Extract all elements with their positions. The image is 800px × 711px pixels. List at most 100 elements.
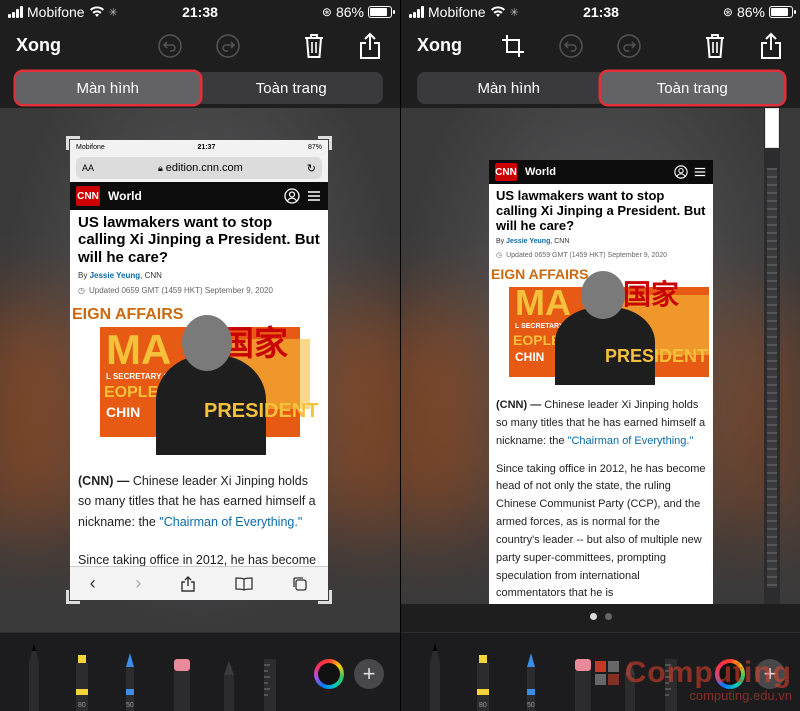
lead-paragraph: (CNN) — Chinese leader Xi Jinping holds …	[496, 397, 706, 450]
share-icon[interactable]	[354, 30, 386, 62]
trash-icon[interactable]	[699, 30, 731, 62]
pen-icon[interactable]	[24, 641, 44, 711]
address-bar: AA 🔒︎ edition.cnn.com ↻	[70, 154, 328, 182]
crop-handle-bottom-left[interactable]	[66, 590, 80, 604]
hero-text-top: EIGN AFFAIRS	[491, 266, 589, 283]
tab-full-page[interactable]: Toàn trang	[200, 72, 384, 104]
page-indicator	[401, 613, 800, 620]
crop-handle-top-right[interactable]	[318, 136, 332, 150]
undo-icon[interactable]	[154, 30, 186, 62]
cnn-logo[interactable]: CNN	[76, 186, 100, 206]
eraser-icon[interactable]	[170, 641, 194, 711]
byline-prefix: By	[78, 271, 88, 281]
crop-handle-bottom-right[interactable]	[318, 590, 332, 604]
screenshot-thumbnail[interactable]: Mobifone 21:37 87% AA 🔒︎ edition.cnn.com…	[70, 140, 328, 600]
author-link[interactable]: Jessie Yeung	[90, 271, 141, 280]
pen-icon[interactable]	[425, 641, 445, 711]
crop-icon[interactable]	[497, 30, 529, 62]
page-dot-active[interactable]	[590, 613, 597, 620]
pen-width-label: 50	[126, 702, 134, 709]
cnn-logo[interactable]: CNN	[495, 163, 517, 181]
hero-image: EIGN AFFAIRS MA 国家 L SECRETARY OF COMMUN…	[489, 265, 713, 386]
color-wheel-icon[interactable]	[314, 659, 344, 689]
reload-icon[interactable]: ↻	[307, 162, 316, 175]
byline-source: , CNN	[550, 238, 570, 246]
crop-handle-top-left[interactable]	[66, 136, 80, 150]
account-icon[interactable]	[674, 165, 688, 179]
pencil-icon[interactable]	[120, 641, 140, 711]
hero-text-top: EIGN AFFAIRS	[72, 306, 184, 324]
watermark-brand: Computing	[624, 656, 792, 689]
menu-icon[interactable]	[693, 165, 707, 179]
full-page-preview[interactable]: CNN World US lawmakers want to stop call…	[489, 160, 713, 604]
share-icon[interactable]	[181, 575, 195, 592]
battery-percent: 86%	[736, 4, 765, 20]
chairman-link[interactable]: "Chairman of Everything."	[568, 435, 694, 447]
lasso-icon[interactable]	[218, 641, 240, 711]
marker-width-label: 80	[78, 702, 86, 709]
paragraph-2: Since taking office in 2012, he has beco…	[496, 462, 706, 600]
tab-full-page[interactable]: Toàn trang	[600, 72, 784, 104]
updated-text: Updated 0659 GMT (1459 HKT) September 9,…	[506, 251, 668, 259]
editor-toolbar: Xong	[0, 26, 400, 66]
lock-icon: 🔒︎	[157, 163, 163, 173]
scrubber-viewport[interactable]	[765, 108, 779, 148]
byline: By Jessie Yeung, CNN	[496, 238, 706, 245]
phone-carrier: Mobifone	[76, 143, 105, 151]
safari-toolbar: ‹ ›	[70, 566, 328, 600]
done-button[interactable]: Xong	[417, 35, 462, 56]
url-field[interactable]: edition.cnn.com	[166, 162, 243, 174]
account-icon[interactable]	[284, 188, 300, 204]
plus-icon[interactable]: +	[354, 659, 384, 689]
markup-tools: 80 50 +	[0, 632, 400, 711]
redo-icon[interactable]	[212, 30, 244, 62]
share-icon[interactable]	[755, 30, 787, 62]
cnn-header: CNN World	[489, 160, 713, 184]
phone-clock: 21:37	[197, 143, 216, 151]
cnn-header: CNN World	[70, 182, 328, 210]
battery-icon	[769, 6, 796, 18]
forward-icon[interactable]: ›	[135, 573, 141, 594]
hero-text-big: MA	[515, 282, 571, 324]
pen-width-label: 50	[527, 702, 535, 709]
eraser-icon[interactable]	[571, 641, 595, 711]
redo-icon[interactable]	[613, 30, 645, 62]
lead-tag: (CNN) —	[78, 474, 130, 489]
battery-percent: 86%	[335, 4, 364, 20]
battery-icon	[368, 6, 395, 18]
highlighter-icon[interactable]	[473, 641, 493, 711]
byline: By Jessie Yeung, CNN	[78, 271, 320, 280]
trash-icon[interactable]	[298, 30, 330, 62]
editor-toolbar: Xong	[401, 26, 800, 66]
article-headline[interactable]: US lawmakers want to stop calling Xi Jin…	[496, 188, 706, 233]
clock-icon: ◷	[496, 252, 503, 260]
highlighter-icon[interactable]	[72, 641, 92, 711]
capture-mode-segmented-control: Màn hình Toàn trang	[16, 72, 383, 104]
tab-screen[interactable]: Màn hình	[16, 72, 200, 104]
byline-source: , CNN	[140, 271, 162, 281]
pencil-icon[interactable]	[521, 641, 541, 711]
bookmarks-icon[interactable]	[234, 576, 253, 591]
orientation-lock-icon: ⊛	[722, 5, 733, 19]
ruler-icon[interactable]	[260, 641, 280, 711]
section-title: World	[525, 166, 556, 178]
menu-icon[interactable]	[306, 188, 322, 204]
hero-image: EIGN AFFAIRS MA 国家 L SECRETARY OF COMMUN…	[70, 305, 328, 456]
article-headline[interactable]: US lawmakers want to stop calling Xi Jin…	[78, 214, 320, 266]
page-scrubber[interactable]	[764, 108, 780, 604]
status-bar: Mobifone ✳ 21:38 ⊛ 86%	[401, 0, 800, 24]
page-dot[interactable]	[605, 613, 612, 620]
back-icon[interactable]: ‹	[90, 573, 96, 594]
author-link[interactable]: Jessie Yeung	[506, 238, 550, 245]
chairman-link[interactable]: "Chairman of Everything."	[159, 515, 302, 529]
screenshot-editor-screen-mode: Mobifone ✳ 21:38 ⊛ 86% Xong Màn hình Toà…	[0, 0, 400, 711]
undo-icon[interactable]	[555, 30, 587, 62]
tab-screen[interactable]: Màn hình	[417, 72, 601, 104]
updated-text: Updated 0659 GMT (1459 HKT) September 9,…	[88, 286, 273, 296]
done-button[interactable]: Xong	[16, 35, 61, 56]
tabs-icon[interactable]	[292, 576, 308, 592]
hero-text-chinese: 国家	[623, 279, 680, 311]
marker-width-label: 80	[479, 702, 487, 709]
text-size-button[interactable]: AA	[82, 163, 94, 173]
clock-icon: ◷	[78, 286, 85, 296]
